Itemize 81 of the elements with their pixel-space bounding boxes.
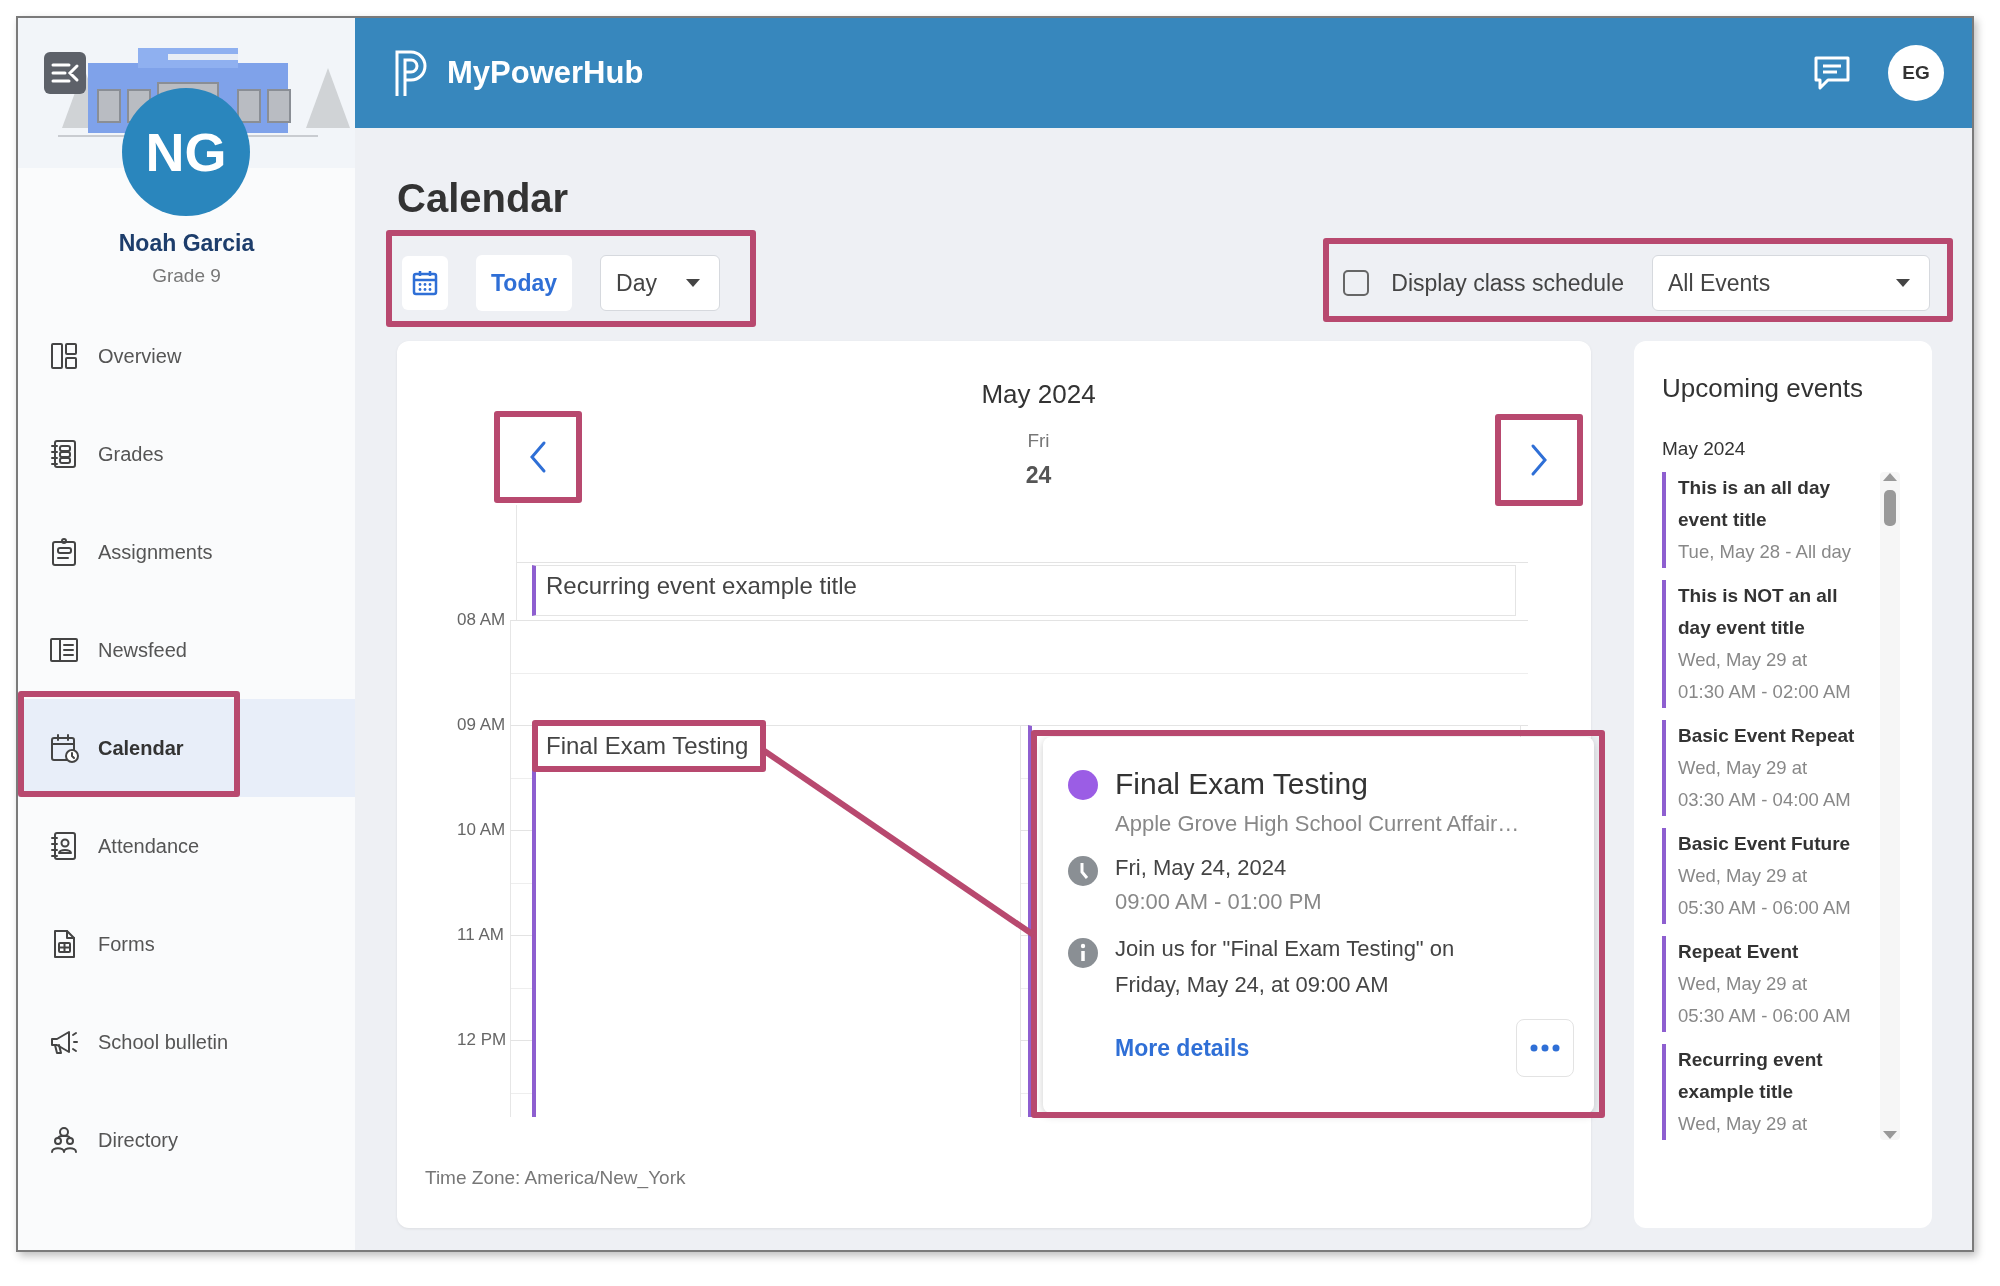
hour-label: 09 AM: [457, 714, 507, 736]
collapse-menu-button[interactable]: [44, 52, 86, 94]
event-title: Recurring event example title: [546, 572, 857, 600]
class-schedule-checkbox[interactable]: [1343, 270, 1370, 296]
calendar-picker-button[interactable]: [402, 256, 448, 310]
event-time: 05:30 AM - 06:00 AM: [1678, 896, 1852, 920]
event-color-dot: [1067, 769, 1099, 801]
event-time: 03:30 AM - 04:00 AM: [1678, 788, 1852, 812]
student-grade: Grade 9: [151, 265, 222, 287]
event-time: 05:30 AM - 06:00 AM: [1678, 1004, 1852, 1028]
nav-item[interactable]: Directory: [18, 1091, 355, 1189]
nav-item[interactable]: Forms: [18, 895, 355, 993]
brand-name: MyPowerHub: [447, 55, 644, 91]
page-title: Calendar: [397, 176, 570, 221]
menu-icon: [50, 61, 80, 85]
scroll-down-icon: [1882, 1130, 1898, 1140]
caret-icon: [1895, 278, 1911, 288]
event-title: Repeat Event: [1678, 940, 1800, 964]
hour-label: 11 AM: [457, 924, 505, 946]
hour-label: 08 AM: [457, 609, 507, 631]
upcoming-event[interactable]: This is an all day event title Tue, May 28 - All day: [1662, 472, 1866, 568]
event-date: Wed, May 29 at: [1678, 1112, 1809, 1136]
nav-item[interactable]: Attendance: [18, 797, 355, 895]
info-icon: [1067, 937, 1099, 969]
event-title: Recurring event example title: [1678, 1048, 1824, 1104]
event-title: This is an all day event title: [1678, 476, 1832, 532]
month-label: May 2024: [1662, 438, 1747, 460]
upcoming-title: Upcoming events: [1662, 373, 1864, 404]
more-details-link[interactable]: More details: [1115, 1034, 1250, 1062]
event-description: Join us for "Final Exam Testing" on Friday, May 24, at 09:00 AM: [1115, 935, 1456, 999]
popup-title: Final Exam Testing: [1115, 767, 1369, 801]
day-number: 24: [1025, 462, 1052, 489]
event-date: Wed, May 29 at: [1678, 756, 1809, 780]
event-title: Final Exam Testing: [546, 732, 749, 760]
month-label: May 2024: [981, 379, 1096, 410]
nav-item[interactable]: Assignments: [18, 503, 355, 601]
clock-icon: [1067, 855, 1099, 887]
event-time: 09:00 AM - 01:00 PM: [1115, 888, 1322, 916]
calendar-icon: [411, 269, 439, 297]
nav-item[interactable]: Overview: [18, 307, 355, 405]
event-block[interactable]: Final Exam Testing: [532, 725, 1021, 1117]
time-zone-label: Time Zone: America/New_York: [425, 1167, 687, 1189]
event-date: Wed, May 29 at: [1678, 864, 1809, 888]
upcoming-event[interactable]: Basic Event Repeat Wed, May 29 at 03:30 AM - 04:00 AM: [1662, 720, 1866, 816]
event-date: Wed, May 29 at: [1678, 972, 1809, 996]
view-dropdown[interactable]: Day: [600, 255, 721, 311]
event-block[interactable]: Recurring event example title: [532, 565, 1516, 616]
event-date: Tue, May 28 - All day: [1678, 540, 1853, 564]
directory-icon: [48, 1124, 80, 1156]
event-title: Basic Event Future: [1678, 832, 1852, 856]
upcoming-event[interactable]: This is NOT an all day event title Wed, May 29 at 01:30 AM - 02:00 AM: [1662, 580, 1866, 708]
calendar-name: Apple Grove High School Current Affair…: [1115, 811, 1520, 837]
upcoming-event[interactable]: Basic Event Future Wed, May 29 at 05:30 AM - 06:00 AM: [1662, 828, 1866, 924]
event-date: Wed, May 29 at: [1678, 648, 1809, 672]
scroll-up-icon: [1882, 472, 1898, 482]
event-date: Fri, May 24, 2024: [1115, 854, 1288, 882]
scrollbar-thumb: [1884, 490, 1896, 526]
nav-item[interactable]: Grades: [18, 405, 355, 503]
today-button[interactable]: Today: [476, 255, 573, 311]
event-title: This is NOT an all day event title: [1678, 584, 1839, 640]
user-avatar[interactable]: EG: [1888, 45, 1944, 101]
overview-icon: [48, 340, 80, 372]
chevron-left-icon: [528, 440, 548, 474]
checkbox-label: Display class schedule: [1391, 269, 1624, 297]
student-name: Noah Garcia: [117, 230, 256, 257]
weekday-label: Fri: [1027, 430, 1050, 452]
nav-item[interactable]: Newsfeed: [18, 601, 355, 699]
hour-label: 10 AM: [457, 819, 507, 841]
more-options-button[interactable]: [1516, 1019, 1574, 1077]
calendar-icon: [48, 732, 80, 764]
upcoming-event[interactable]: Recurring event example title Wed, May 29 at: [1662, 1044, 1866, 1140]
chevron-right-icon: [1529, 443, 1549, 477]
upcoming-event[interactable]: Repeat Event Wed, May 29 at 05:30 AM - 06:00 AM: [1662, 936, 1866, 1032]
profile-avatar: NG: [122, 88, 250, 216]
caret-icon: [685, 278, 702, 288]
more-icon: [1530, 1044, 1560, 1052]
hour-label: 12 PM: [457, 1029, 508, 1051]
nav-item[interactable]: School bulletin: [18, 993, 355, 1091]
event-filter-dropdown[interactable]: All Events: [1652, 255, 1930, 311]
event-time: 01:30 AM - 02:00 AM: [1678, 680, 1852, 704]
event-title: Basic Event Repeat: [1678, 724, 1856, 748]
